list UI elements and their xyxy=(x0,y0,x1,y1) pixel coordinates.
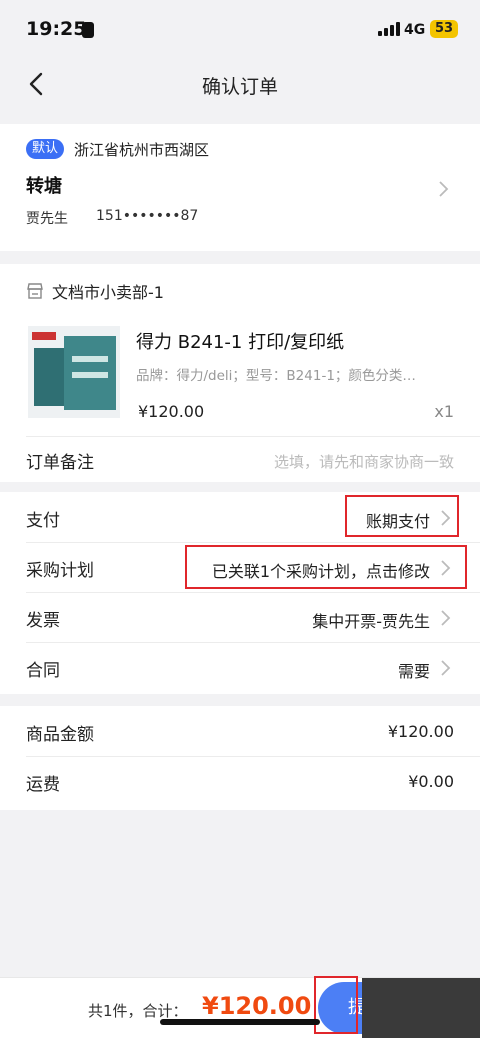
divider xyxy=(26,436,480,437)
product-price: ¥120.00 xyxy=(138,402,205,421)
redacted-overlay xyxy=(362,978,480,1038)
checkout-bar: 共1件，合计： ¥120.00 提 xyxy=(0,976,480,1038)
contract-value[interactable]: 需要 xyxy=(398,658,430,682)
sim-icon xyxy=(82,22,94,38)
total-value: ¥120.00 xyxy=(202,992,312,1020)
status-bar: 19:25 4G 53 xyxy=(0,0,480,58)
order-note-label: 订单备注 xyxy=(26,453,94,473)
divider xyxy=(26,642,480,643)
purchase-plan-label: 采购计划 xyxy=(26,561,94,581)
shipping-value: ¥0.00 xyxy=(408,772,454,791)
network-label: 4G xyxy=(404,22,426,38)
chevron-right-icon xyxy=(441,610,451,626)
goods-amount-value: ¥120.00 xyxy=(387,722,454,741)
page-title: 确认订单 xyxy=(201,76,278,98)
shop-name[interactable]: 文档市小卖部-1 xyxy=(52,279,164,303)
product-spec: 品牌：得力/deli；型号：B241-1；颜色分类… xyxy=(136,368,416,384)
home-indicator xyxy=(160,1019,320,1025)
invoice-label: 发票 xyxy=(26,611,60,631)
contract-label: 合同 xyxy=(26,661,60,681)
store-icon xyxy=(27,283,43,299)
default-badge: 默认 xyxy=(26,139,65,159)
shop-card: 文档市小卖部-1 得力 B241-1 打印/复印纸 品牌：得力/deli；型号：… xyxy=(0,264,480,482)
order-note-input[interactable]: 选填，请先和商家协商一致 xyxy=(274,451,454,472)
signal-icon xyxy=(378,22,402,36)
product-image[interactable] xyxy=(28,326,120,418)
chevron-right-icon xyxy=(441,660,451,676)
divider xyxy=(26,542,480,543)
contact-name: 贾先生 xyxy=(26,211,68,227)
product-qty: x1 xyxy=(434,402,454,421)
divider xyxy=(26,592,480,593)
address-card[interactable]: 默认 浙江省杭州市西湖区 转塘 贾先生 151•••••••87 xyxy=(0,124,480,251)
total-label: 共1件，合计： xyxy=(88,1002,188,1020)
battery-icon: 53 xyxy=(430,20,458,38)
address-region: 浙江省杭州市西湖区 xyxy=(74,141,210,159)
payment-highlight-box xyxy=(345,495,459,537)
contact-phone: 151•••••••87 xyxy=(96,208,199,224)
purchase-plan-highlight-box xyxy=(185,545,467,589)
goods-amount-label: 商品金额 xyxy=(26,725,94,745)
order-options-card: 支付 账期支付 采购计划 已关联1个采购计划，点击修改 发票 集中开票-贾先生 … xyxy=(0,492,480,694)
price-summary-card: 商品金额 ¥120.00 运费 ¥0.00 xyxy=(0,706,480,810)
shipping-label: 运费 xyxy=(26,775,60,795)
status-time: 19:25 xyxy=(26,18,87,40)
address-street: 转塘 xyxy=(26,176,62,197)
nav-bar: 确认订单 xyxy=(0,58,480,110)
product-name[interactable]: 得力 B241-1 打印/复印纸 xyxy=(136,328,344,354)
submit-highlight-box xyxy=(314,976,358,1034)
invoice-value[interactable]: 集中开票-贾先生 xyxy=(312,608,430,632)
payment-label: 支付 xyxy=(26,511,60,531)
divider xyxy=(26,756,480,757)
chevron-right-icon xyxy=(439,181,449,197)
